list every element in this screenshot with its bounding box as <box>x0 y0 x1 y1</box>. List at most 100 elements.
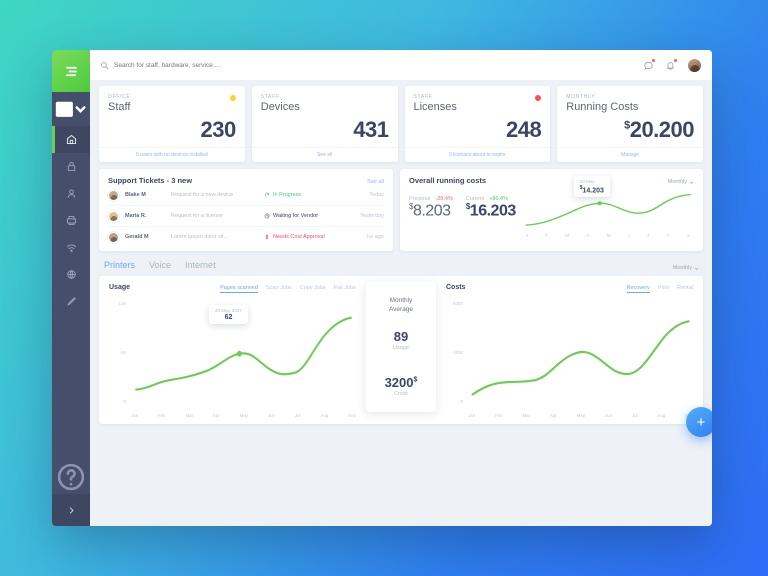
ticket-name: Maria R. <box>125 213 147 219</box>
x-tick: Jul <box>294 413 301 418</box>
search-input[interactable] <box>114 61 314 69</box>
device-selector-icon <box>55 101 86 117</box>
monthly-average-card: Monthly Average 89 Usage 3200$ Costs <box>366 282 436 412</box>
stat-footer-link[interactable]: 5 users with no devices installed <box>99 147 245 162</box>
x-tick: A <box>586 233 590 238</box>
sidebar-item-printers[interactable] <box>52 207 90 234</box>
usage-x-axis: Jan Feb Mar Apr May Jun Jul Aug Sep <box>131 413 356 418</box>
stat-label: OFFICE <box>108 94 131 100</box>
stat-label: STAFF <box>413 94 433 100</box>
notifications-button[interactable] <box>665 58 677 71</box>
search-bar[interactable] <box>100 61 637 70</box>
period-dropdown[interactable]: Monthly <box>668 179 694 185</box>
tab-printers[interactable]: Printers <box>104 260 135 270</box>
currency-symbol: $ <box>413 376 418 384</box>
filter-recovery[interactable]: Recovery <box>626 285 650 293</box>
status-badge: Waiting for Vendor <box>264 213 350 219</box>
bottom-section: Printers Voice Internet Monthly Usage Pa… <box>99 260 712 437</box>
app-logo[interactable] <box>52 50 90 92</box>
tab-internet[interactable]: Internet <box>185 260 216 270</box>
avg-usage-value: 89 <box>393 328 409 344</box>
usage-costs-panel: Usage Pages scanned Scan Jobs Copy Jobs … <box>99 276 712 437</box>
stat-card-staff[interactable]: OFFICE Staff 230 5 users with no devices… <box>99 86 245 162</box>
refresh-icon <box>264 192 270 197</box>
table-row[interactable]: Gerald M Lorem ipsum dolor sit... Needs … <box>108 227 384 247</box>
stat-label: STAFF <box>260 94 280 100</box>
tooltip-value: $14.203 <box>580 185 604 194</box>
chart-tooltip: 20 May. 2017 62 <box>209 305 248 324</box>
filter-scan-jobs[interactable]: Scan Jobs <box>266 285 292 293</box>
avatar[interactable] <box>687 57 702 73</box>
filter-rental[interactable]: Rental <box>677 285 693 293</box>
x-tick: Feb <box>494 413 503 418</box>
stat-card-licenses[interactable]: STAFF Licenses 248 3 licenses about to e… <box>404 86 551 162</box>
usage-plot[interactable]: 100 50 0 20 May. 2017 62 Jan Feb Mar Apr… <box>109 301 356 418</box>
messages-button[interactable] <box>643 58 655 71</box>
sidebar-item-network[interactable] <box>52 234 90 261</box>
stat-footer-link[interactable]: See all <box>251 147 398 162</box>
main-area: OFFICE Staff 230 5 users with no devices… <box>90 50 712 526</box>
page-title: Support Tickets - 3 new <box>108 176 193 185</box>
stat-card-running-costs[interactable]: MONTHLY Running Costs $20.200 Manage <box>557 86 703 162</box>
x-tick: M <box>606 233 611 238</box>
tooltip-value: 62 <box>224 313 233 321</box>
ticket-time: Yesterday <box>359 213 384 219</box>
printer-icon <box>66 215 76 226</box>
x-tick: A <box>666 233 670 238</box>
costs-plot[interactable]: 5000 2500 0 Jan Feb Mar Apr May Jun Jul … <box>446 301 693 418</box>
costs-x-axis: Jan Feb Mar Apr May Jun Jul Aug Sep <box>468 413 693 418</box>
filter-pages-scanned[interactable]: Pages scanned <box>220 285 258 293</box>
x-tick: Jun <box>267 413 276 418</box>
stat-number: 20.200 <box>629 117 695 142</box>
stat-value: 431 <box>353 117 389 142</box>
cost-figures: Previous -20.4% $8.203 Current +80.4% $1… <box>409 192 516 238</box>
sidebar-item-security[interactable] <box>52 153 90 180</box>
stat-footer-link[interactable]: Manage <box>557 147 703 162</box>
panel-header: Overall running costs Monthly <box>409 176 694 185</box>
topbar-icons <box>643 57 702 73</box>
logo-bars-icon <box>65 66 77 76</box>
stat-footer-link[interactable]: 3 licenses about to expire <box>404 147 551 162</box>
status-badge: In Progress <box>264 192 350 198</box>
usage-chart-section: Usage Pages scanned Scan Jobs Copy Jobs … <box>109 284 356 418</box>
ticket-time: Today <box>369 192 384 198</box>
sidebar-device-selector[interactable] <box>52 92 90 126</box>
x-tick: Aug <box>320 413 329 418</box>
add-button[interactable]: + <box>686 407 712 437</box>
table-row[interactable]: Maria R. Request for a license Waiting f… <box>108 206 384 227</box>
filter-fax-jobs[interactable]: Fax Jobs <box>334 285 356 293</box>
see-all-link[interactable]: See all <box>367 179 384 185</box>
chart-title: Usage <box>109 284 131 291</box>
x-tick: Aug <box>657 413 666 418</box>
table-row[interactable]: Blake M Request for a new device In Prog… <box>108 185 384 206</box>
sidebar-item-tools[interactable] <box>52 288 90 315</box>
avg-costs-number: 3200 <box>384 374 414 390</box>
search-icon <box>101 61 109 69</box>
chevron-right-icon <box>69 506 74 514</box>
status-badge: Needs Cost Approval <box>264 234 350 240</box>
sidebar-item-help[interactable] <box>52 460 90 494</box>
y-tick: 5000 <box>452 301 463 306</box>
bottom-period-dropdown[interactable]: Monthly <box>673 265 699 271</box>
sidebar-item-people[interactable] <box>52 180 90 207</box>
tab-voice[interactable]: Voice <box>149 260 171 270</box>
filter-print[interactable]: Print <box>658 285 669 293</box>
sidebar-item-internet[interactable] <box>52 261 90 288</box>
x-tick: Apr <box>549 413 557 418</box>
filter-copy-jobs[interactable]: Copy Jobs <box>300 285 326 293</box>
amount-value: 16.203 <box>469 202 516 220</box>
sidebar-expand-button[interactable] <box>52 494 90 526</box>
x-tick: F <box>545 233 548 238</box>
messages-badge <box>651 58 655 62</box>
sidebar-item-home[interactable] <box>52 126 90 153</box>
wifi-icon <box>66 244 76 252</box>
x-tick: May <box>576 413 586 418</box>
stat-card-devices[interactable]: STAFF Devices 431 See all <box>251 86 398 162</box>
avg-title-line2: Average <box>388 306 414 313</box>
sidebar-bottom <box>52 460 90 526</box>
y-tick: 0 <box>123 399 126 404</box>
x-tick: S <box>686 233 690 238</box>
topbar <box>90 50 712 80</box>
avatar <box>108 231 119 243</box>
running-costs-sparkline[interactable]: 20 May $14.203 J F M A M J J A S <box>522 176 694 238</box>
